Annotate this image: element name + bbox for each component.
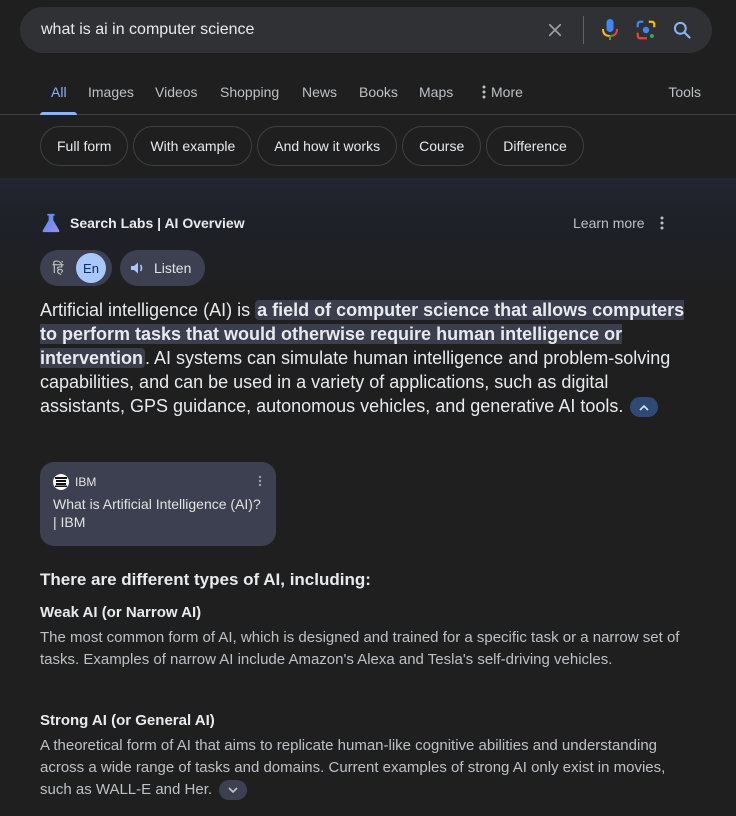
listen-button[interactable]: Listen: [120, 250, 205, 286]
clear-search-button[interactable]: [539, 14, 571, 46]
tab-images[interactable]: Images: [88, 84, 134, 115]
tab-maps[interactable]: Maps: [419, 84, 453, 115]
chip-course[interactable]: Course: [402, 126, 482, 166]
learn-more-link[interactable]: Learn more: [573, 215, 645, 231]
flask-icon: [42, 213, 60, 233]
search-icon: [673, 21, 691, 39]
chevron-up-icon: [639, 404, 649, 411]
chip-full-form[interactable]: Full form: [40, 126, 129, 166]
ai-overview: Search Labs | AI Overview Learn more हिं…: [0, 178, 736, 816]
source-menu-button[interactable]: [258, 474, 262, 492]
source-title: What is Artificial Intelligence (AI)? | …: [53, 496, 261, 530]
collapse-sources-button[interactable]: [630, 397, 659, 418]
type-desc-strong-ai-text: A theoretical form of AI that aims to re…: [40, 737, 666, 798]
tab-books[interactable]: Books: [359, 84, 398, 115]
listen-label: Listen: [154, 260, 192, 276]
ai-overview-header: Search Labs | AI Overview: [40, 212, 245, 234]
ibm-favicon-icon: [53, 474, 69, 490]
voice-search-button[interactable]: [594, 14, 626, 46]
search-input[interactable]: [41, 7, 539, 53]
summary-intro: Artificial intelligence (AI) is: [40, 300, 256, 320]
tab-news[interactable]: News: [302, 84, 337, 115]
tab-videos[interactable]: Videos: [155, 84, 198, 115]
search-tabs: All Images Videos Shopping News Books Ma…: [0, 77, 736, 115]
google-lens-icon: [636, 20, 656, 40]
chevron-down-icon: [228, 786, 238, 793]
language-hindi-option[interactable]: हिं: [40, 259, 76, 278]
google-lens-button[interactable]: [630, 14, 662, 46]
close-icon: [548, 23, 562, 37]
ai-overview-summary: Artificial intelligence (AI) is a field …: [40, 298, 690, 418]
type-title-strong-ai: Strong AI (or General AI): [40, 712, 215, 729]
source-site-name: IBM: [75, 475, 97, 489]
microphone-icon: [602, 19, 618, 40]
search-bar: [20, 7, 712, 53]
tab-more[interactable]: More: [481, 84, 523, 115]
language-english-option[interactable]: En: [76, 253, 106, 283]
more-vert-icon: [660, 216, 664, 230]
source-header: IBM: [53, 474, 96, 490]
ai-overview-title: Search Labs | AI Overview: [70, 215, 245, 231]
source-card-ibm[interactable]: IBM What is Artificial Intelligence (AI)…: [40, 462, 276, 546]
tab-all[interactable]: All: [40, 84, 76, 115]
search-button[interactable]: [666, 14, 698, 46]
chip-with-example[interactable]: With example: [133, 126, 253, 166]
search-divider: [583, 16, 584, 44]
ai-overview-menu-button[interactable]: [654, 214, 670, 232]
chip-difference[interactable]: Difference: [486, 126, 584, 166]
speaker-icon: [131, 262, 143, 274]
refinement-chips: Full form With example And how it works …: [40, 126, 584, 166]
chip-and-how-it-works[interactable]: And how it works: [257, 126, 398, 166]
type-desc-weak-ai: The most common form of AI, which is des…: [40, 629, 680, 668]
tab-shopping[interactable]: Shopping: [220, 84, 279, 115]
tools-button[interactable]: Tools: [668, 84, 701, 100]
search-icons: [539, 14, 698, 46]
language-toggle: हिं En: [40, 250, 112, 286]
type-title-weak-ai: Weak AI (or Narrow AI): [40, 604, 202, 621]
more-vert-icon: [258, 475, 262, 487]
more-vert-icon: [482, 85, 486, 99]
tab-more-label: More: [491, 84, 523, 100]
types-heading: There are different types of AI, includi…: [40, 570, 371, 589]
expand-sources-button[interactable]: [219, 780, 248, 801]
type-desc-strong-ai: A theoretical form of AI that aims to re…: [40, 735, 680, 801]
